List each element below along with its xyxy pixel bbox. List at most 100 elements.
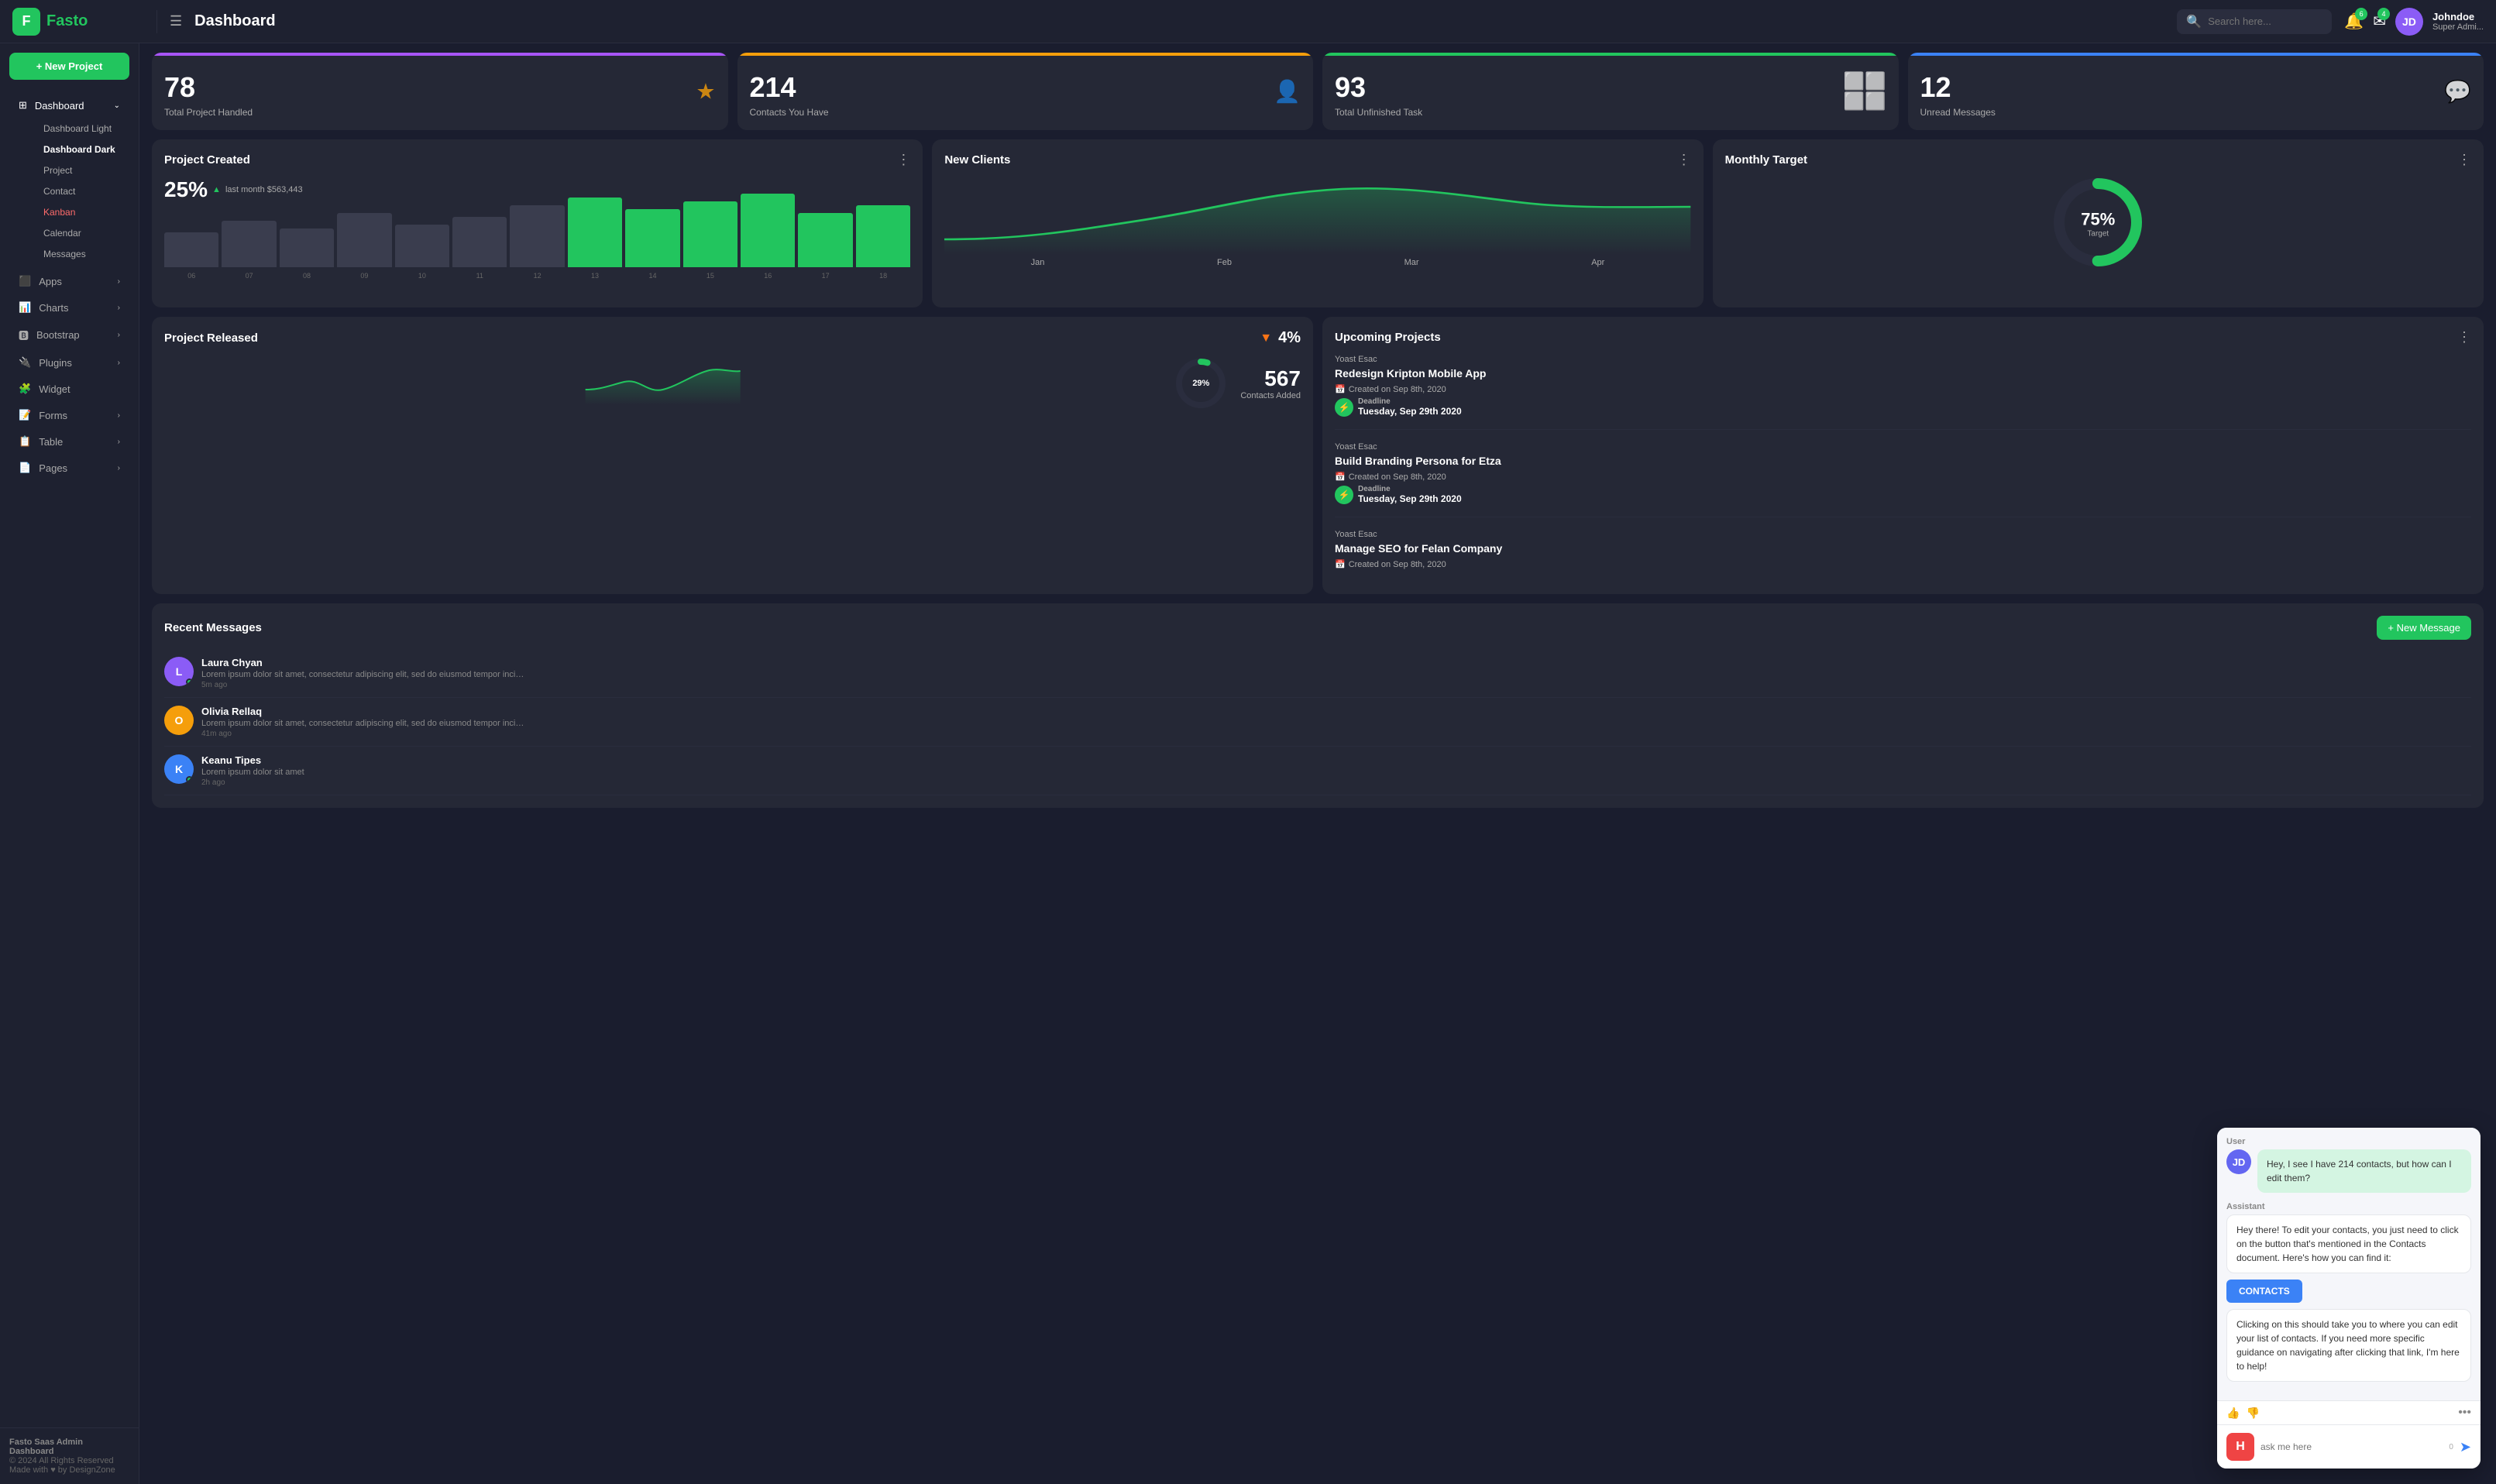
- charts-icon: 📊: [19, 301, 31, 314]
- sidebar-item-messages[interactable]: Messages: [31, 244, 132, 264]
- project-created-menu[interactable]: ⋮: [896, 152, 910, 168]
- msg-name-2: Olivia Rellaq: [201, 706, 2471, 717]
- sidebar-label-widget: Widget: [39, 383, 70, 395]
- new-clients-title: New Clients: [944, 153, 1010, 167]
- sidebar-item-plugins[interactable]: 🔌 Plugins ›: [6, 350, 132, 375]
- sidebar-item-widget[interactable]: 🧩 Widget: [6, 376, 132, 401]
- msg-avatar-1: L: [164, 657, 194, 686]
- search-input[interactable]: [2208, 15, 2316, 27]
- sidebar-label-table: Table: [39, 436, 63, 448]
- trend-up-icon: ▲: [212, 185, 221, 194]
- sidebar-item-contact[interactable]: Contact: [31, 181, 132, 201]
- stat-bar-projects: [152, 53, 728, 56]
- chat-contacts-button[interactable]: CONTACTS: [2226, 1280, 2302, 1303]
- sidebar-item-dashboard[interactable]: ⊞ Dashboard ⌄: [6, 93, 132, 118]
- sidebar-item-dashboard-light[interactable]: Dashboard Light: [31, 119, 132, 139]
- msg-content-2: Olivia Rellaq Lorem ipsum dolor sit amet…: [201, 706, 2471, 738]
- bar-label: 10: [418, 272, 426, 280]
- released-line-chart: [164, 359, 1161, 409]
- dashboard-icon: ⊞: [19, 99, 27, 112]
- sidebar-item-project[interactable]: Project: [31, 160, 132, 180]
- bar-col: 17: [798, 213, 852, 280]
- main-content: 78 Total Project Handled ★ 214 Contacts …: [139, 43, 2496, 1484]
- project-owner-3: Yoast Esac: [1335, 530, 2471, 539]
- forms-icon: 📝: [19, 409, 31, 421]
- deadline-label-1: Deadline: [1358, 397, 1462, 406]
- bar-label: 07: [246, 272, 253, 280]
- released-line-svg: [164, 359, 1161, 405]
- monthly-target-menu[interactable]: ⋮: [2457, 152, 2471, 168]
- project-created-header: Project Created ⋮: [164, 152, 910, 168]
- notification-mail[interactable]: ✉ 4: [2373, 12, 2386, 31]
- stat-number-projects: 78: [164, 71, 716, 104]
- project-owner-1: Yoast Esac: [1335, 355, 2471, 364]
- msg-time-2: 41m ago: [201, 730, 2471, 738]
- last-month-text: last month $563,443: [225, 185, 303, 194]
- sidebar-item-bootstrap[interactable]: 🅱 Bootstrap ›: [6, 321, 132, 349]
- bar: [568, 198, 622, 267]
- chat-overlay: User JD Hey, I see I have 214 contacts, …: [2217, 1128, 2481, 1469]
- upcoming-projects-title: Upcoming Projects: [1335, 331, 1441, 344]
- chevron-right-icon-5: ›: [118, 411, 120, 420]
- new-project-button[interactable]: + New Project: [9, 53, 129, 80]
- bar-label: 17: [822, 272, 830, 280]
- sidebar-dashboard-submenu: Dashboard Light Dashboard Dark Project C…: [0, 119, 139, 264]
- sidebar-item-forms[interactable]: 📝 Forms ›: [6, 403, 132, 428]
- chat-assistant-row: Assistant Hey there! To edit your contac…: [2226, 1202, 2471, 1382]
- msg-avatar-3: K: [164, 754, 194, 784]
- bar: [280, 228, 334, 267]
- project-released-content: 29% 567 Contacts Added: [164, 356, 1301, 411]
- sidebar: + New Project ⊞ Dashboard ⌄ Dashboard Li…: [0, 43, 139, 1484]
- hamburger-icon[interactable]: ☰: [170, 13, 182, 29]
- clients-label-apr: Apr: [1591, 258, 1604, 267]
- msg-time-3: 2h ago: [201, 778, 2471, 787]
- bar-label: 18: [879, 272, 887, 280]
- sidebar-label-pages: Pages: [39, 462, 67, 474]
- bar-col: 15: [683, 201, 737, 280]
- thumb-down-icon[interactable]: 👎: [2246, 1407, 2259, 1420]
- clients-label-jan: Jan: [1031, 258, 1045, 267]
- chat-send-button[interactable]: ➤: [2460, 1439, 2471, 1455]
- chat-input[interactable]: [2260, 1441, 2443, 1452]
- bar-label: 08: [303, 272, 311, 280]
- donut-sublabel: Target: [2081, 230, 2115, 239]
- sidebar-item-kanban[interactable]: Kanban: [31, 202, 132, 222]
- dashboard-row-1: Project Created ⋮ 25% ▲ last month $563,…: [152, 139, 2484, 307]
- upcoming-project-item-3: Yoast Esac Manage SEO for Felan Company …: [1335, 530, 2471, 582]
- chat-feedback-row: 👍 👎 •••: [2217, 1400, 2481, 1424]
- stat-bar-messages: [1908, 53, 2484, 56]
- bar-label: 09: [360, 272, 368, 280]
- upcoming-projects-menu[interactable]: ⋮: [2457, 329, 2471, 345]
- pages-icon: 📄: [19, 462, 31, 474]
- footer-brand: Fasto Saas Admin Dashboard: [9, 1438, 129, 1456]
- sidebar-item-pages[interactable]: 📄 Pages ›: [6, 455, 132, 480]
- more-options-icon[interactable]: •••: [2458, 1406, 2471, 1420]
- msg-content-1: Laura Chyan Lorem ipsum dolor sit amet, …: [201, 657, 2471, 689]
- user-avatar[interactable]: JD: [2395, 8, 2423, 36]
- chat-input-row: H 0 ➤: [2217, 1424, 2481, 1469]
- project-name-2: Build Branding Persona for Etza: [1335, 455, 2471, 467]
- sidebar-item-apps[interactable]: ⬛ Apps ›: [6, 269, 132, 294]
- header-divider: [156, 10, 157, 33]
- notification-bell[interactable]: 🔔 6: [2344, 12, 2364, 31]
- search-box[interactable]: 🔍: [2177, 9, 2332, 34]
- sidebar-item-dashboard-dark[interactable]: Dashboard Dark: [31, 139, 132, 160]
- chevron-right-icon-2: ›: [118, 304, 120, 312]
- new-clients-menu[interactable]: ⋮: [1677, 152, 1691, 168]
- sidebar-item-calendar[interactable]: Calendar: [31, 223, 132, 243]
- sidebar-item-table[interactable]: 📋 Table ›: [6, 429, 132, 454]
- stat-number-contacts: 214: [750, 71, 1301, 104]
- sidebar-footer: Fasto Saas Admin Dashboard © 2024 All Ri…: [0, 1427, 139, 1484]
- bar-col: 07: [222, 221, 276, 280]
- sidebar-item-charts[interactable]: 📊 Charts ›: [6, 295, 132, 320]
- apps-icon: ⬛: [19, 275, 31, 287]
- bar-col: 06: [164, 232, 218, 280]
- thumb-up-icon[interactable]: 👍: [2226, 1407, 2240, 1420]
- msg-text-2: Lorem ipsum dolor sit amet, consectetur …: [201, 719, 527, 728]
- new-message-button[interactable]: + New Message: [2377, 616, 2471, 640]
- bar-col: 13: [568, 198, 622, 280]
- msg-avatar-2: O: [164, 706, 194, 735]
- user-name: Johndoe: [2432, 11, 2484, 22]
- chevron-right-icon-7: ›: [118, 464, 120, 472]
- chat-user-row: User JD Hey, I see I have 214 contacts, …: [2226, 1137, 2471, 1193]
